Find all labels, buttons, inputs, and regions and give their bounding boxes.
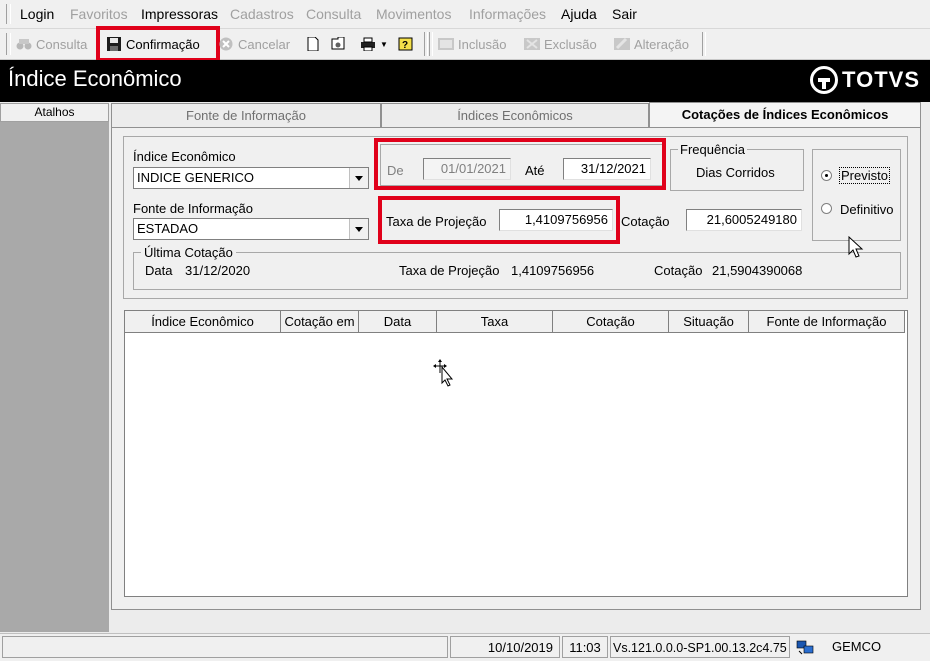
consulta-label: Consulta — [36, 36, 88, 52]
menu-impressoras[interactable]: Impressoras — [141, 6, 218, 22]
menu-sair[interactable]: Sair — [612, 6, 637, 22]
frequencia-label: Frequência — [678, 142, 748, 157]
brand-name: TOTVS — [842, 67, 920, 92]
situacao-group — [812, 149, 901, 241]
add-record-icon — [438, 38, 454, 50]
column-header[interactable]: Cotação — [553, 311, 669, 333]
page-title: Índice Econômico — [8, 66, 182, 91]
cancelar-button[interactable]: Cancelar — [218, 34, 290, 54]
menu-consulta[interactable]: Consulta — [306, 6, 361, 22]
tab-fonte-informacao[interactable]: Fonte de Informação — [111, 103, 381, 127]
status-message — [2, 636, 448, 658]
exclusao-button[interactable]: Exclusão — [524, 34, 597, 54]
tab-indices-economicos[interactable]: Índices Econômicos — [381, 103, 649, 127]
new-document-button[interactable] — [305, 34, 325, 54]
print-button[interactable]: ▼ — [360, 34, 388, 54]
ultima-taxa-label: Taxa de Projeção — [399, 263, 500, 278]
menu-login[interactable]: Login — [20, 6, 54, 22]
binoculars-icon — [16, 39, 32, 50]
fonte-value: ESTADAO — [137, 221, 199, 236]
cotacao-field[interactable]: 21,6005249180 — [686, 209, 802, 231]
consulta-button[interactable]: Consulta — [16, 34, 87, 54]
status-bar: 10/10/2019 11:03 Vs.121.0.0.0-SP1.00.13.… — [0, 633, 930, 661]
alteracao-button[interactable]: Alteração — [614, 34, 689, 54]
inclusao-label: Inclusão — [458, 36, 507, 52]
svg-text:?: ? — [402, 40, 408, 51]
status-version: Vs.121.0.0.0-SP1.00.13.2c4.75 — [610, 636, 790, 658]
chevron-down-icon[interactable] — [349, 168, 368, 188]
cancel-icon — [219, 37, 233, 51]
sidebar — [0, 122, 109, 632]
status-date: 10/10/2019 — [450, 636, 560, 658]
inclusao-button[interactable]: Inclusão — [438, 34, 506, 54]
indice-label: Índice Econômico — [133, 149, 236, 164]
ultima-data-label: Data — [145, 263, 173, 278]
network-icon[interactable] — [796, 639, 814, 655]
column-header[interactable]: Data — [359, 311, 437, 333]
menu-bar: Login Favoritos Impressoras Cadastros Co… — [0, 0, 930, 29]
open-document-button[interactable] — [330, 34, 350, 54]
previsto-radio[interactable] — [821, 170, 832, 181]
cotacoes-grid[interactable]: Índice Econômico Cotação em Data Taxa Co… — [124, 310, 908, 597]
column-header[interactable]: Taxa — [437, 311, 553, 333]
chevron-down-icon: ▼ — [380, 39, 388, 49]
status-company: GEMCO — [832, 639, 882, 654]
mouse-pointer-icon — [848, 236, 864, 258]
edit-record-icon — [614, 37, 630, 50]
column-header[interactable]: Cotação em — [281, 311, 359, 333]
delete-record-icon — [524, 38, 540, 50]
new-document-icon — [307, 37, 319, 51]
menu-favoritos[interactable]: Favoritos — [70, 6, 128, 22]
title-bar: Índice Econômico TOTVS — [0, 60, 930, 102]
totvs-logo: TOTVS — [810, 66, 920, 94]
menu-ajuda[interactable]: Ajuda — [561, 6, 597, 22]
toolbar-grip — [6, 33, 11, 55]
toolbar: Consulta Confirmação Cancelar ▼ ? Inclus… — [0, 26, 930, 62]
definitivo-label[interactable]: Definitivo — [840, 202, 893, 217]
toolbar-separator — [424, 32, 428, 56]
definitivo-radio[interactable] — [821, 203, 832, 214]
ultima-cotacao-value: 21,5904390068 — [712, 263, 803, 278]
menu-informacoes[interactable]: Informações — [469, 6, 546, 22]
totvs-logo-icon — [810, 66, 839, 94]
ultima-data-value: 31/12/2020 — [185, 263, 251, 278]
tab-cotacoes-indices[interactable]: Cotações de Índices Econômicos — [649, 102, 921, 128]
chevron-down-icon[interactable] — [349, 219, 368, 239]
menu-grip — [6, 4, 11, 24]
period-highlight — [374, 138, 666, 190]
toolbar-separator — [429, 32, 433, 56]
menu-movimentos[interactable]: Movimentos — [376, 6, 451, 22]
confirmacao-highlight — [96, 26, 220, 62]
fonte-label: Fonte de Informação — [133, 201, 253, 216]
cancelar-label: Cancelar — [238, 36, 291, 52]
column-header[interactable]: Índice Econômico — [125, 311, 281, 333]
open-document-icon — [331, 37, 345, 50]
column-header[interactable]: Situação — [669, 311, 749, 333]
exclusao-label: Exclusão — [544, 36, 597, 52]
ultima-cotacao-label: Cotação — [654, 263, 703, 278]
column-header[interactable]: Fonte de Informação — [749, 311, 905, 333]
alteracao-label: Alteração — [634, 36, 689, 52]
toolbar-separator — [702, 32, 706, 56]
taxa-highlight — [378, 196, 620, 244]
ultima-cotacao-title: Última Cotação — [141, 245, 236, 260]
menu-cadastros[interactable]: Cadastros — [230, 6, 294, 22]
help-icon: ? — [398, 37, 413, 51]
fonte-select[interactable]: ESTADAO — [133, 218, 369, 240]
help-button[interactable]: ? — [398, 34, 418, 54]
sidebar-header[interactable]: Atalhos — [0, 103, 109, 122]
indice-value: INDICE GENERICO — [137, 170, 255, 185]
indice-select[interactable]: INDICE GENERICO — [133, 167, 369, 189]
ultima-taxa-value: 1,4109756956 — [511, 263, 595, 278]
status-time: 11:03 — [562, 636, 608, 658]
cotacao-label: Cotação — [621, 214, 670, 229]
previsto-label[interactable]: Previsto — [839, 167, 890, 184]
move-cursor-icon — [433, 359, 454, 387]
frequencia-value: Dias Corridos — [696, 165, 775, 180]
printer-icon — [361, 37, 375, 51]
